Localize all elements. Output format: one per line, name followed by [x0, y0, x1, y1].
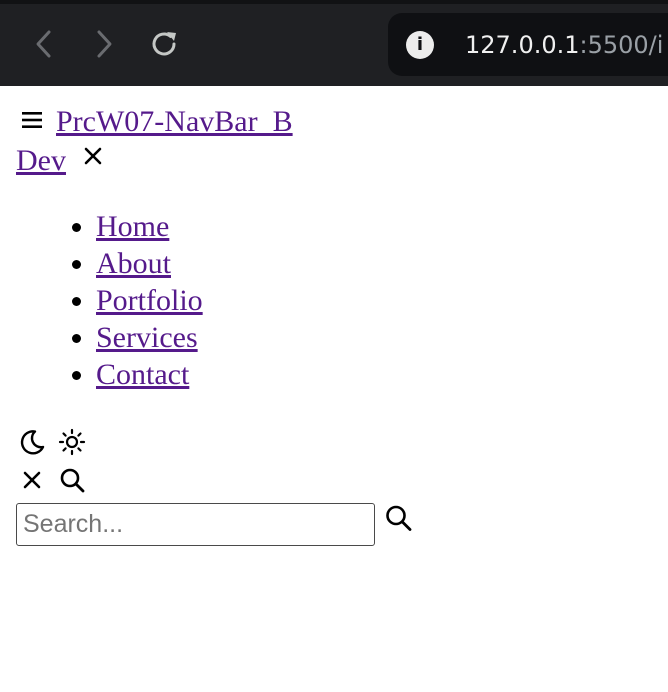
moon-icon[interactable]: [18, 428, 46, 456]
page-content: PrcW07-NavBar_B Dev Home About Portfolio…: [0, 86, 668, 692]
search-icon[interactable]: [58, 466, 86, 494]
nav-link-about[interactable]: About: [96, 247, 171, 280]
reload-button[interactable]: [144, 24, 184, 64]
nav-link-portfolio[interactable]: Portfolio: [96, 284, 203, 317]
nav-menu: Home About Portfolio Services Contact: [56, 208, 203, 393]
close-icon[interactable]: [82, 145, 104, 167]
close-search-icon[interactable]: [20, 468, 44, 492]
nav-item-home: Home: [96, 208, 203, 245]
nav-item-services: Services: [96, 319, 203, 356]
forward-button[interactable]: [84, 24, 124, 64]
url-path: :5500/i: [579, 31, 664, 59]
url-host: 127.0.0.1: [465, 31, 580, 59]
brand-link[interactable]: PrcW07-NavBar_B Dev: [16, 105, 293, 177]
search-submit-icon[interactable]: [383, 503, 413, 533]
nav-item-about: About: [96, 245, 203, 282]
brand-wrapper: PrcW07-NavBar_B Dev: [16, 102, 336, 180]
sun-icon[interactable]: [58, 428, 86, 456]
reload-icon: [152, 32, 176, 56]
url-text[interactable]: 127.0.0.1:5500/i: [465, 30, 663, 60]
nav-item-portfolio: Portfolio: [96, 282, 203, 319]
nav-link-services[interactable]: Services: [96, 321, 198, 354]
chevron-right-icon: [97, 30, 112, 58]
nav-link-home[interactable]: Home: [96, 210, 169, 243]
chevron-left-icon: [36, 30, 51, 58]
address-bar[interactable]: i 127.0.0.1:5500/i: [388, 13, 668, 76]
nav-link-contact[interactable]: Contact: [96, 358, 189, 391]
search-input[interactable]: [16, 503, 375, 546]
browser-toolbar: i 127.0.0.1:5500/i: [0, 0, 668, 86]
info-icon[interactable]: i: [406, 31, 434, 59]
back-button[interactable]: [24, 24, 64, 64]
nav-item-contact: Contact: [96, 356, 203, 393]
